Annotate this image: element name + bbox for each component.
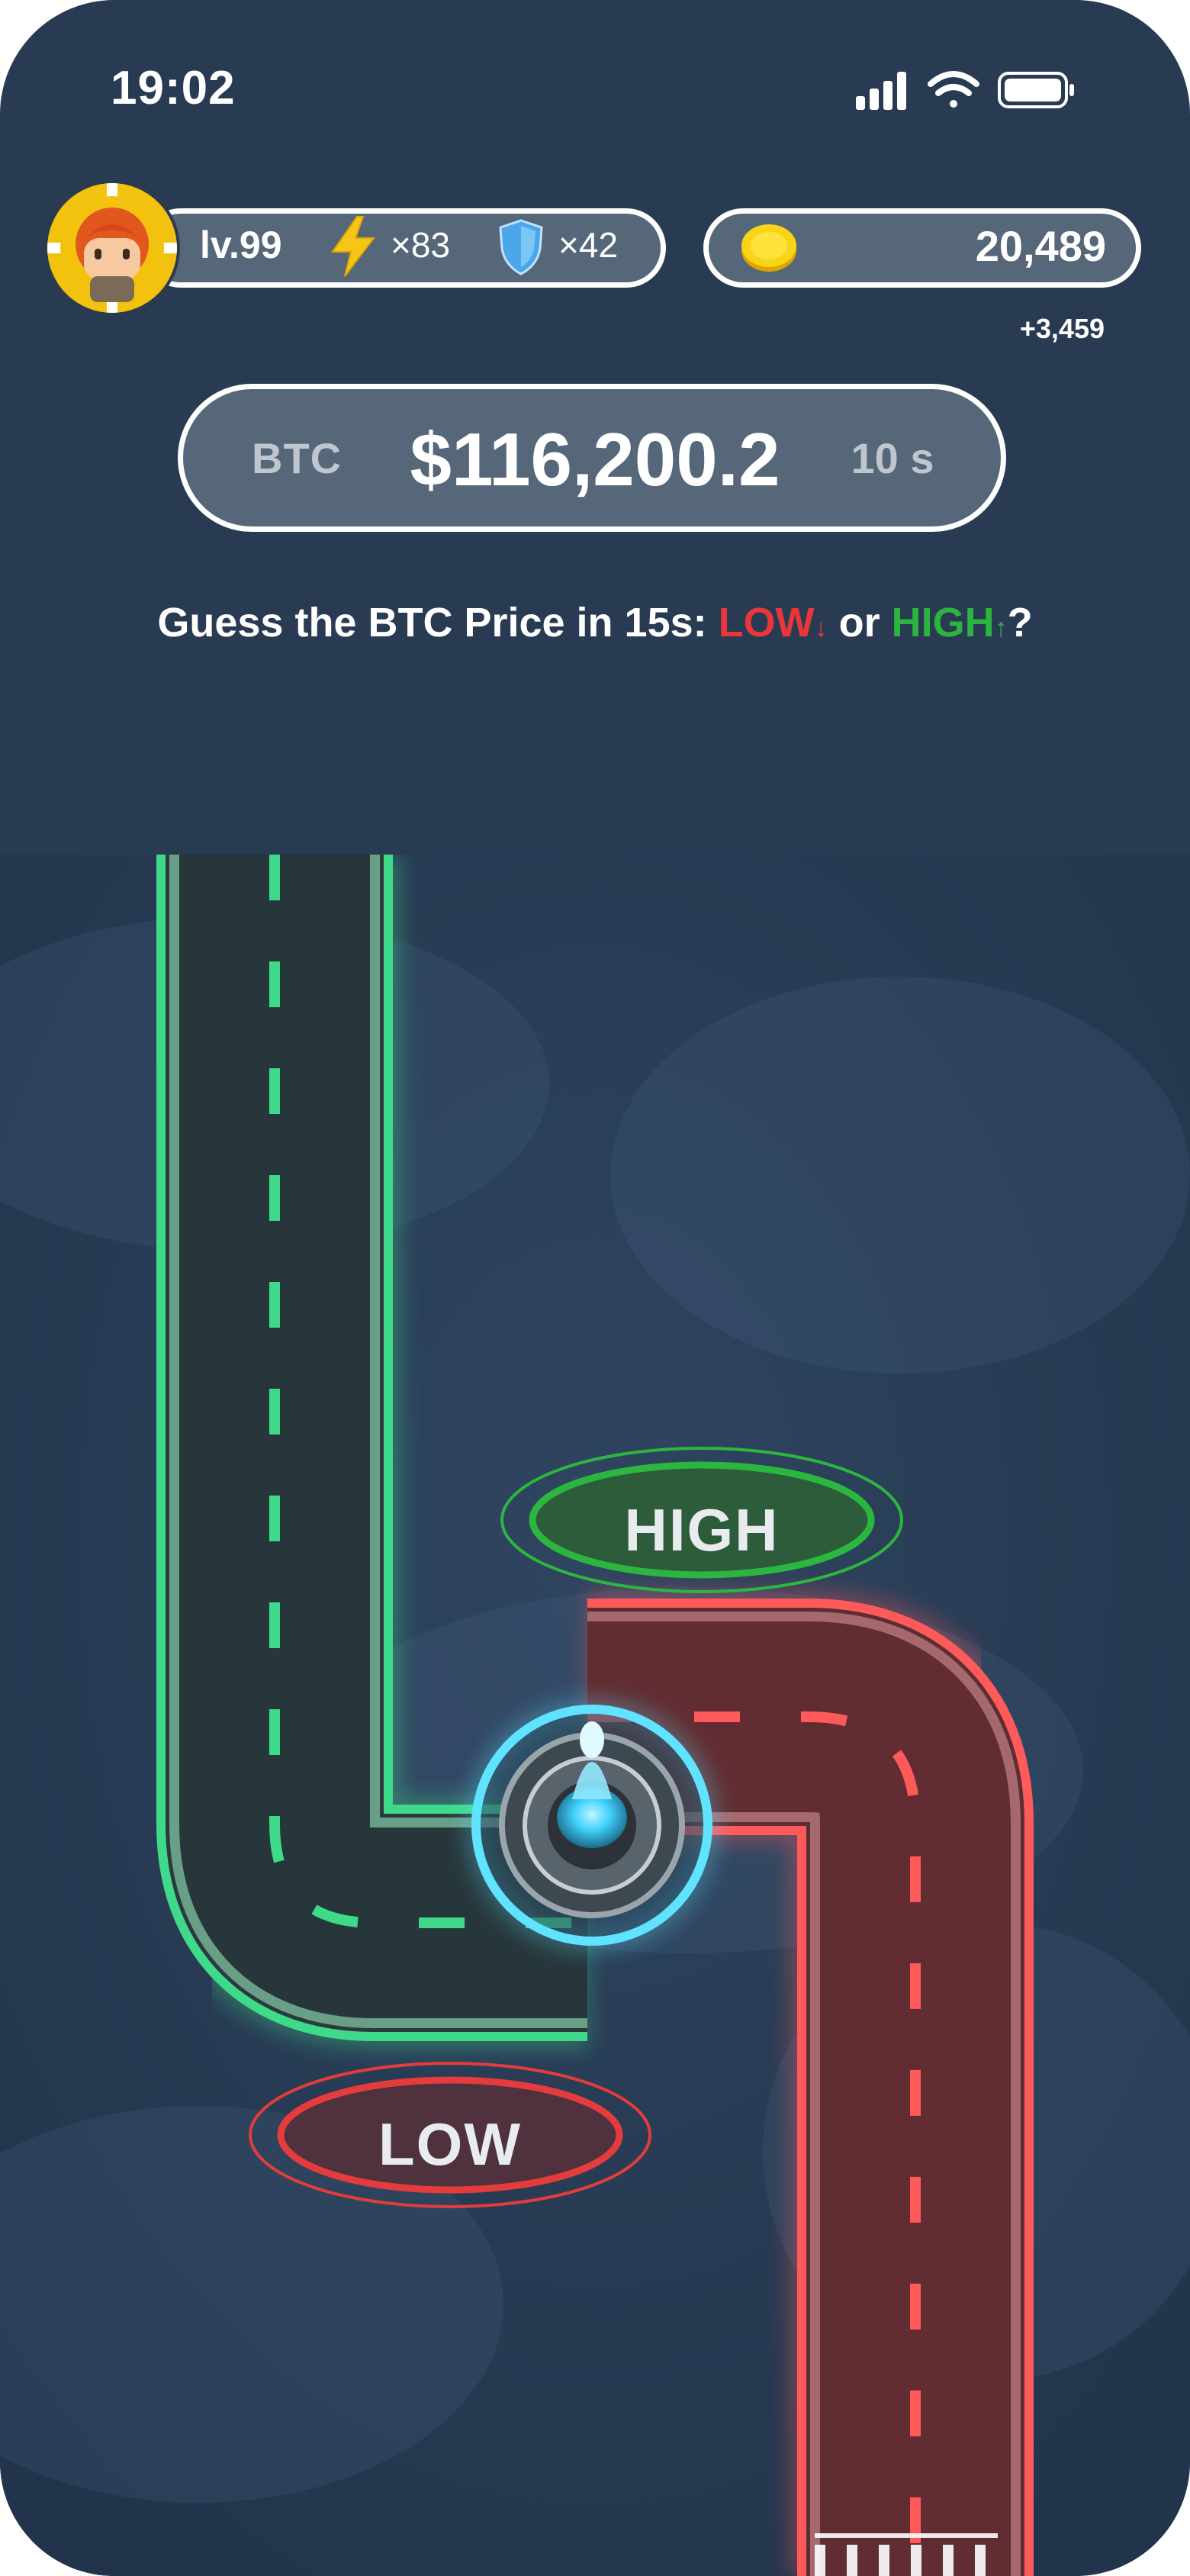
price-value: $116,200.2 (410, 417, 780, 501)
battery-icon (998, 72, 1074, 108)
shield-icon (499, 219, 543, 275)
question-prefix: Guess the BTC Price in 15s: (157, 600, 719, 646)
hud-panel: lv.99 ×83 ×42 20,489 +3,459 BTC $116,200… (0, 168, 1190, 855)
avatar-icon (47, 183, 177, 313)
coin-icon (741, 224, 796, 272)
high-arrow-icon: ↑ (994, 613, 1008, 642)
wifi-icon (928, 71, 979, 108)
price-timer: 10 s (851, 434, 934, 482)
question-suffix: ? (1007, 600, 1033, 646)
status-icons (856, 71, 1074, 110)
coin-delta: +3,459 (1019, 313, 1105, 344)
avatar[interactable] (47, 183, 177, 313)
player-marker (466, 1699, 718, 1951)
question-text: Guess the BTC Price in 15s: LOW↓ or HIGH… (0, 599, 1190, 646)
board-art (0, 855, 1190, 2576)
shield-count: ×42 (558, 225, 619, 265)
question-middle: or (827, 600, 892, 646)
game-board: HIGH LOW (0, 855, 1190, 2576)
low-arrow-icon: ↓ (814, 613, 828, 642)
question-high: HIGH (891, 600, 995, 646)
high-zone-button[interactable]: HIGH (503, 1457, 900, 1602)
energy-count: ×83 (391, 225, 451, 265)
status-bar: 19:02 (0, 0, 1190, 168)
price-display: BTC $116,200.2 10 s (178, 384, 1006, 532)
question-low: LOW (718, 600, 815, 646)
coin-balance: 20,489 (975, 222, 1106, 270)
status-time: 19:02 (111, 62, 236, 114)
lightning-icon (331, 216, 376, 277)
low-zone-button[interactable]: LOW (252, 2072, 648, 2217)
phone-screen: 19:02 lv.99 ×83 ×42 20,489 +3,459 BTC $1… (0, 0, 1190, 2576)
player-level: lv.99 (200, 224, 282, 266)
price-asset: BTC (252, 434, 343, 482)
signal-bars-icon (856, 72, 906, 110)
